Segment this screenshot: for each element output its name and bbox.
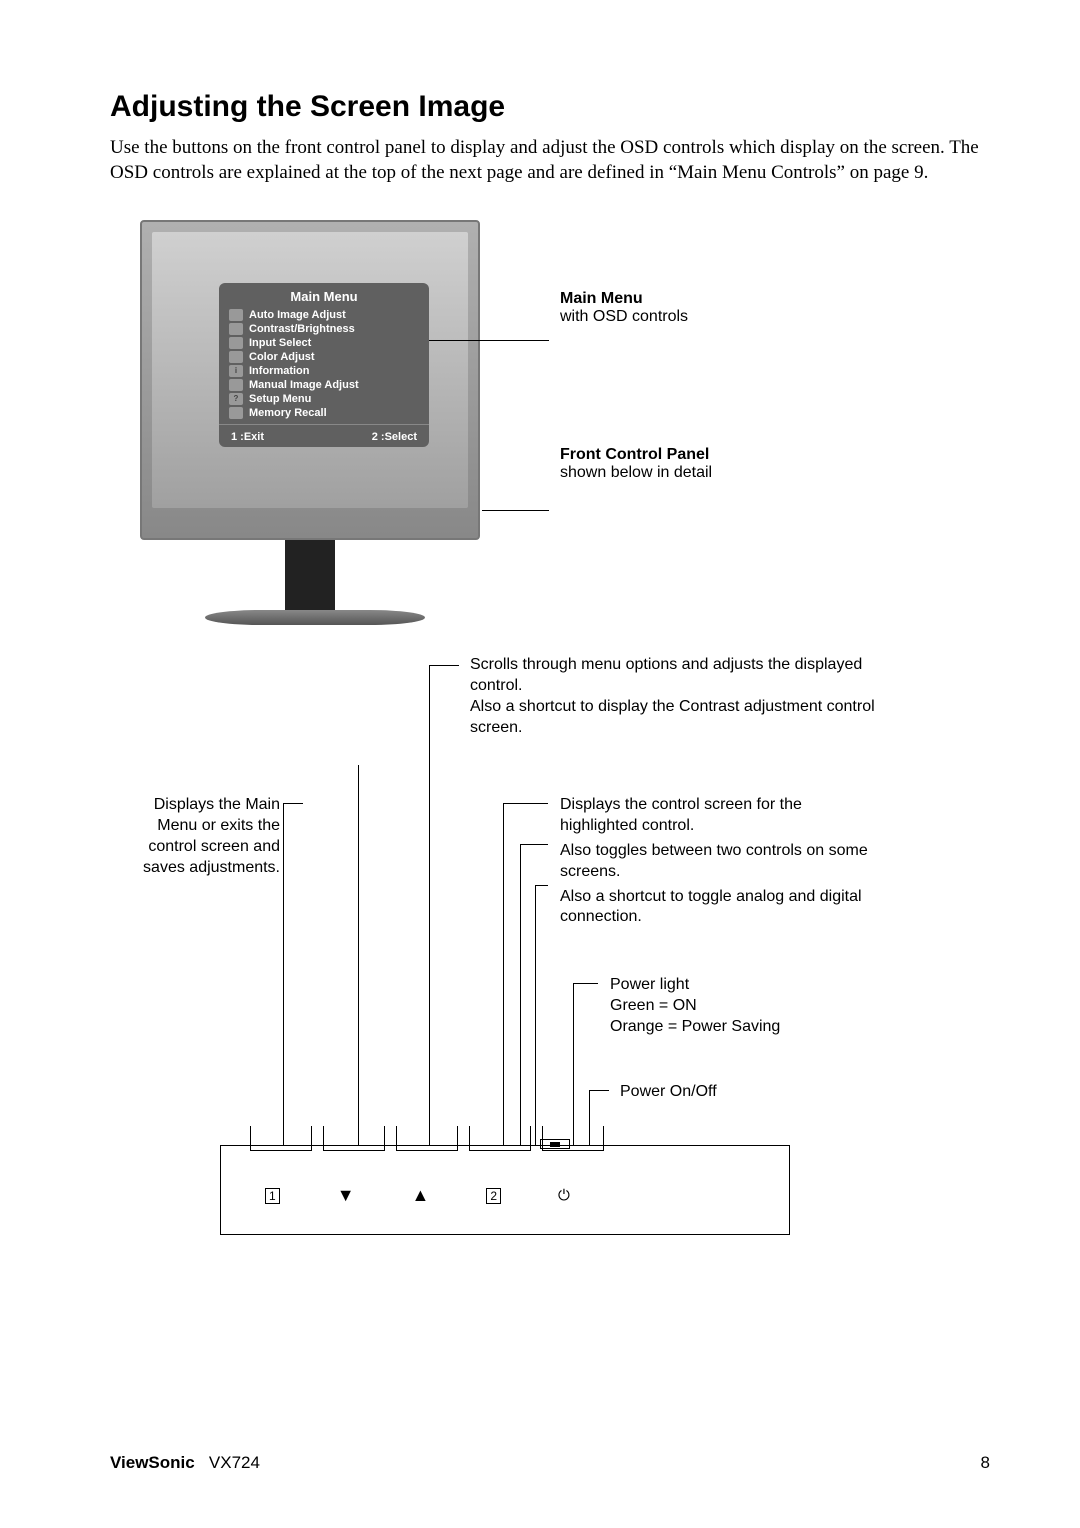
callout-text-line: Scrolls through menu options and adjusts… <box>470 655 890 697</box>
page-title: Adjusting the Screen Image <box>110 90 990 124</box>
intro-paragraph: Use the buttons on the front control pan… <box>110 136 980 185</box>
osd-menu: Main Menu Auto Image Adjust Contrast/Bri… <box>219 283 429 447</box>
osd-icon <box>229 337 243 349</box>
main-menu-heading: Main Menu <box>560 290 712 308</box>
callout-button-2: Displays the control screen for the high… <box>560 795 880 928</box>
callouts-region: Scrolls through menu options and adjusts… <box>110 655 990 1255</box>
osd-item-label: Input Select <box>249 337 311 349</box>
callout-up-arrow: Scrolls through menu options and adjusts… <box>470 655 890 738</box>
page-footer: ViewSonic VX724 8 <box>110 1453 990 1473</box>
osd-icon: ? <box>229 393 243 405</box>
callout-text-line: Also a shortcut to display the Contrast … <box>470 697 890 739</box>
callout-text-line: Also toggles between two controls on som… <box>560 841 880 883</box>
osd-item-label: Memory Recall <box>249 407 327 419</box>
monitor-illustration: Main Menu Auto Image Adjust Contrast/Bri… <box>110 215 990 645</box>
osd-item-label: Information <box>249 365 310 377</box>
osd-item-label: Setup Menu <box>249 393 311 405</box>
osd-icon <box>229 351 243 363</box>
up-arrow-icon: ▲ <box>412 1185 430 1206</box>
osd-footer-exit: 1 :Exit <box>231 431 264 443</box>
osd-icon <box>229 407 243 419</box>
callout-text-line: Displays the control screen for the high… <box>560 795 880 837</box>
osd-icon <box>229 309 243 321</box>
panel-button-labels: 1 ▼ ▲ 2 ⏻ <box>265 1185 635 1206</box>
down-arrow-icon: ▼ <box>337 1185 355 1206</box>
callout-text-line: Displays the Main Menu or exits the cont… <box>143 796 280 875</box>
callout-button-1: Displays the Main Menu or exits the cont… <box>110 795 280 878</box>
callout-text-line: Power light <box>610 975 860 996</box>
callout-text-line: Orange = Power Saving <box>610 1017 860 1038</box>
monitor-base <box>205 610 425 625</box>
front-panel-heading: Front Control Panel <box>560 446 712 464</box>
button-2-icon: 2 <box>486 1188 501 1204</box>
osd-icon: i <box>229 365 243 377</box>
osd-item-label: Contrast/Brightness <box>249 323 355 335</box>
callout-power-button: Power On/Off <box>620 1082 820 1103</box>
osd-item-label: Auto Image Adjust <box>249 309 346 321</box>
osd-icon <box>229 323 243 335</box>
button-1-icon: 1 <box>265 1188 280 1204</box>
osd-icon <box>229 379 243 391</box>
power-icon: ⏻ <box>558 1187 570 1204</box>
main-menu-sub: with OSD controls <box>560 308 712 326</box>
callout-text-line: Green = ON <box>610 996 860 1017</box>
osd-item-label: Manual Image Adjust <box>249 379 359 391</box>
footer-brand: ViewSonic <box>110 1453 195 1472</box>
osd-item-label: Color Adjust <box>249 351 315 363</box>
osd-footer-select: 2 :Select <box>372 431 417 443</box>
page-number: 8 <box>981 1453 990 1473</box>
front-panel-sub: shown below in detail <box>560 464 712 482</box>
monitor-stand <box>285 540 335 610</box>
callout-text-line: Also a shortcut to toggle analog and dig… <box>560 887 880 929</box>
footer-model: VX724 <box>209 1453 260 1472</box>
callout-text-line: Power On/Off <box>620 1083 717 1100</box>
osd-title: Main Menu <box>219 289 429 304</box>
callout-power-light: Power light Green = ON Orange = Power Sa… <box>610 975 860 1037</box>
